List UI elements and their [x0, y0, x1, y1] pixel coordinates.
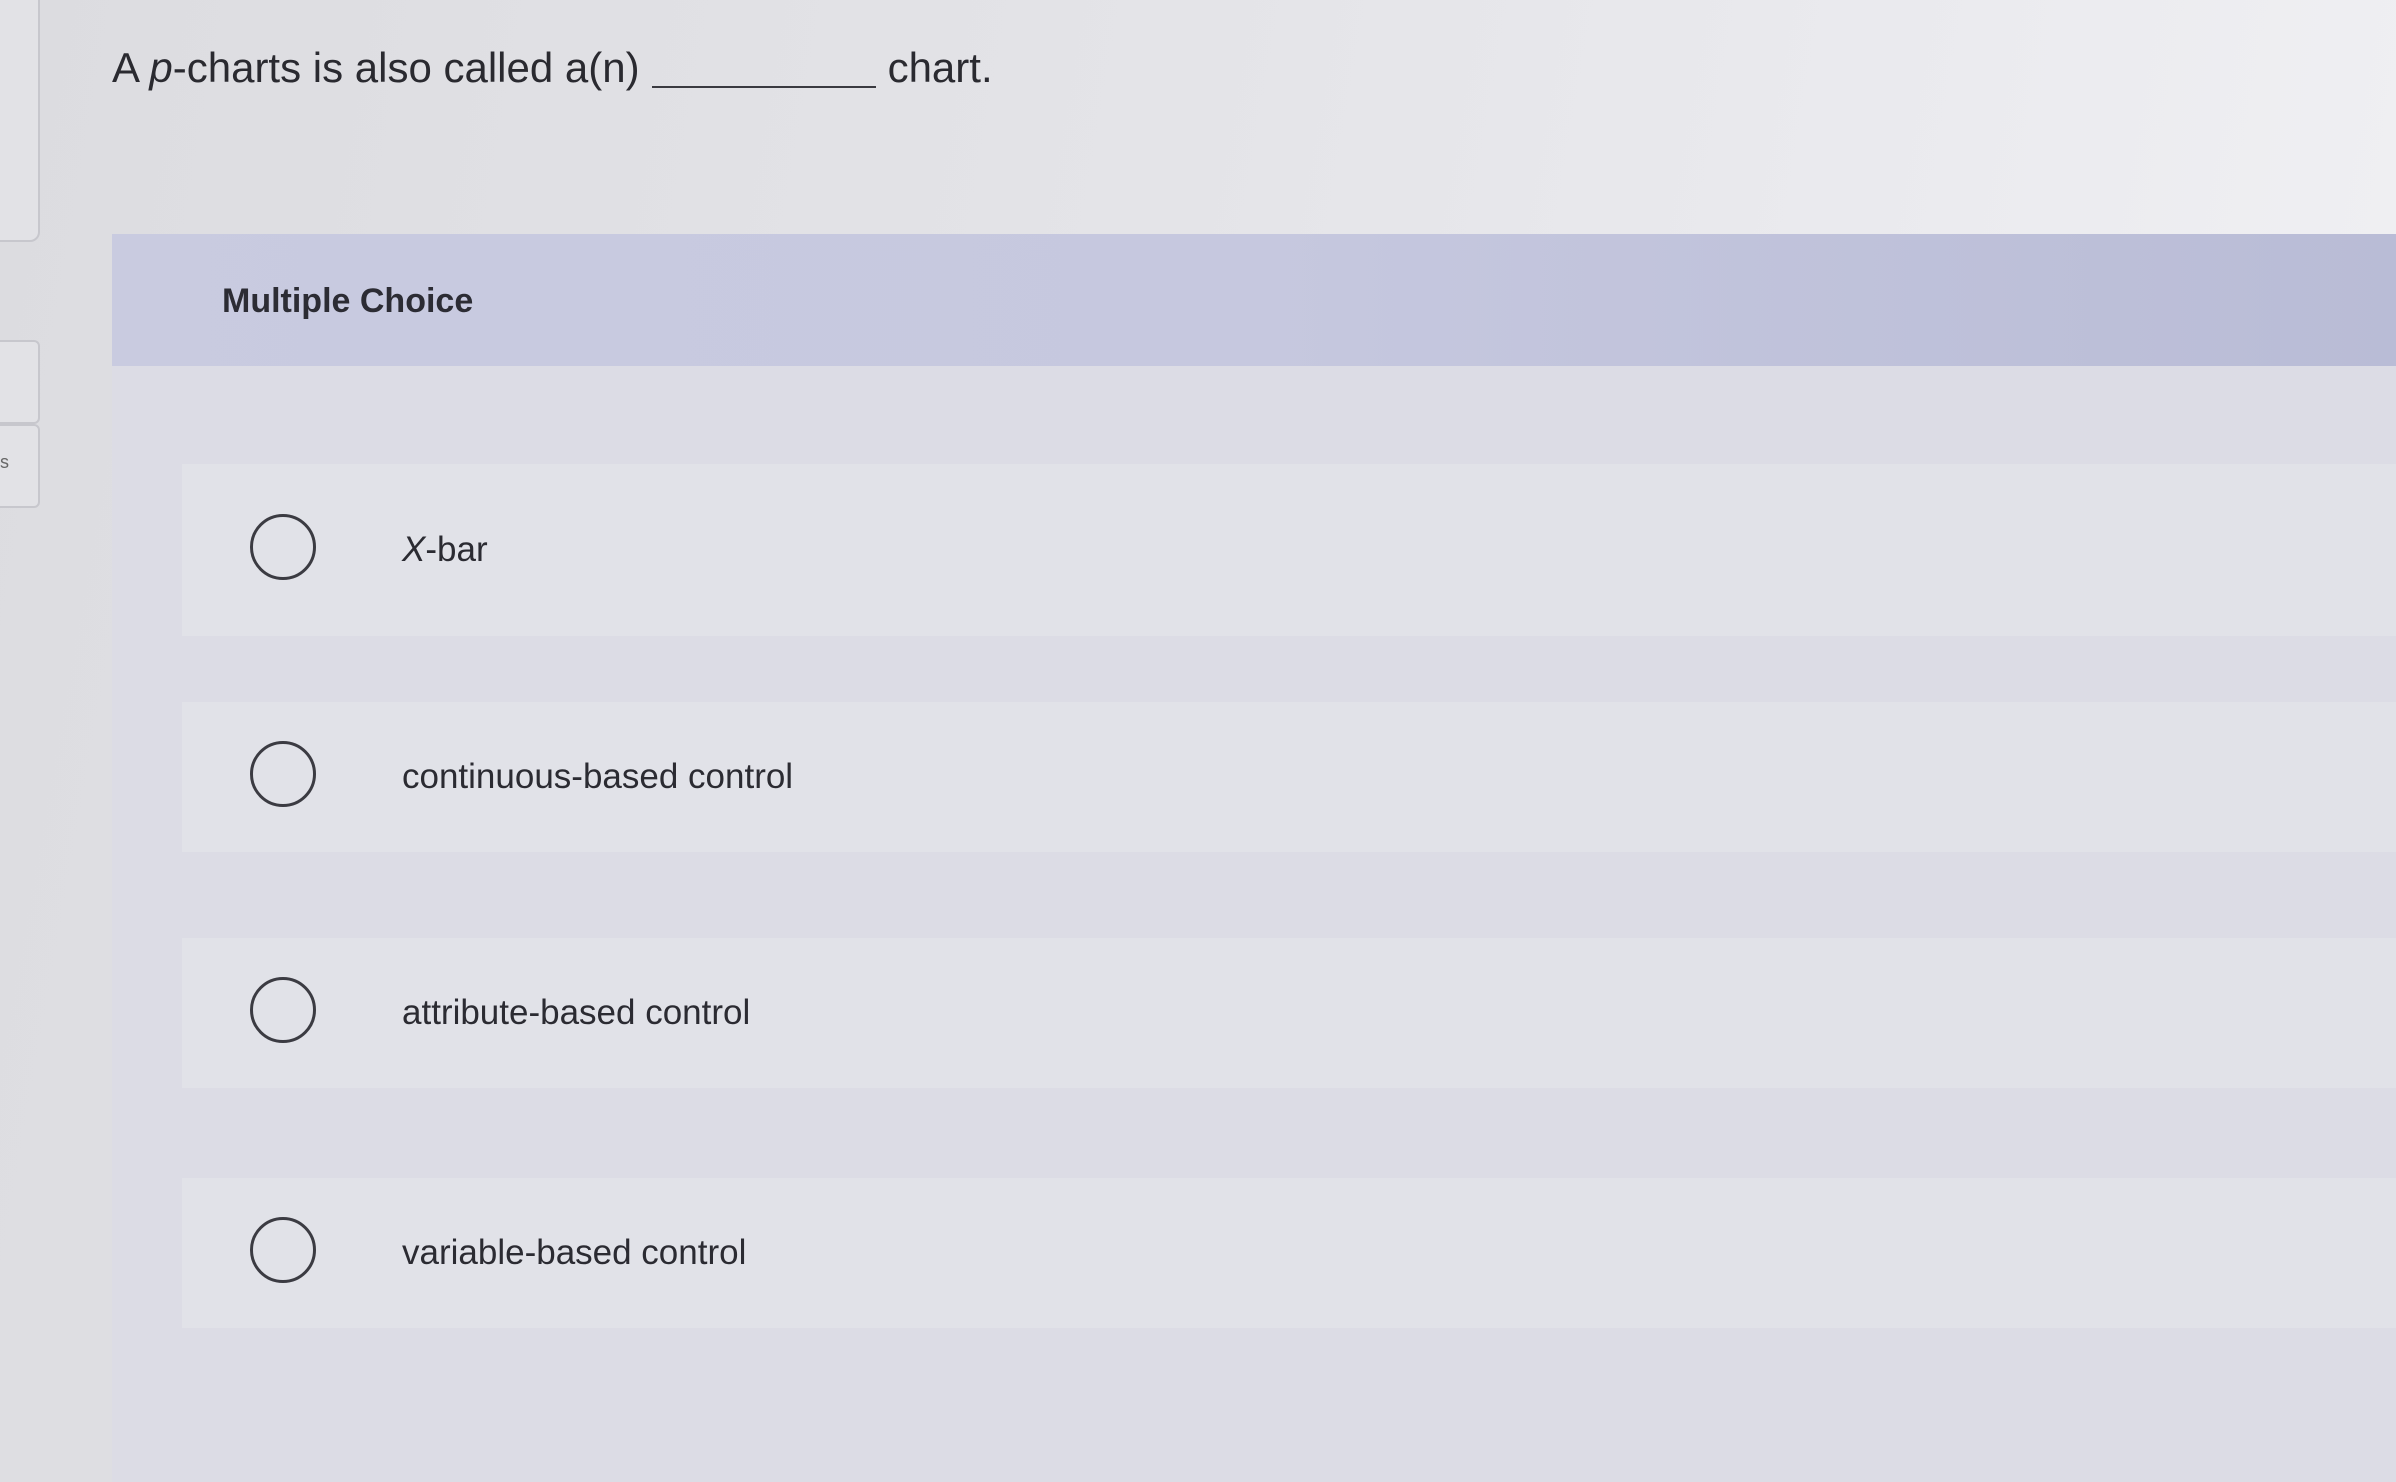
choice-label: continuous-based control: [402, 757, 794, 796]
choice-label: variable-based control: [402, 1233, 747, 1272]
radio-button-icon[interactable]: [250, 977, 316, 1043]
question-variable: p: [149, 44, 173, 91]
choice-label: X-bar: [402, 530, 488, 569]
left-edge-panel: [0, 0, 40, 242]
multiple-choice-card: Multiple Choice X-bar continuous-based c…: [112, 234, 2396, 1482]
radio-button-icon[interactable]: [250, 1217, 316, 1283]
multiple-choice-header: Multiple Choice: [112, 234, 2396, 366]
multiple-choice-title: Multiple Choice: [222, 282, 474, 320]
question-text: A p-charts is also called a(n) chart.: [112, 40, 993, 96]
choice-option-x-bar[interactable]: X-bar: [182, 464, 2396, 636]
choice-option-continuous-based-control[interactable]: continuous-based control: [182, 702, 2396, 852]
question-middle: -charts is also called a(n): [172, 44, 640, 91]
choice-option-variable-based-control[interactable]: variable-based control: [182, 1178, 2396, 1328]
answer-blank: [651, 86, 876, 88]
choice-label: attribute-based control: [402, 993, 751, 1032]
choice-list: X-bar continuous-based control attribute…: [182, 464, 2396, 1328]
question-suffix: chart.: [887, 44, 993, 91]
radio-button-icon[interactable]: [250, 741, 316, 807]
radio-button-icon[interactable]: [250, 514, 316, 580]
left-edge-tab[interactable]: [0, 340, 40, 424]
question-prefix: A: [112, 44, 150, 91]
choice-option-attribute-based-control[interactable]: attribute-based control: [182, 938, 2396, 1088]
left-edge-letter: s: [0, 452, 9, 472]
